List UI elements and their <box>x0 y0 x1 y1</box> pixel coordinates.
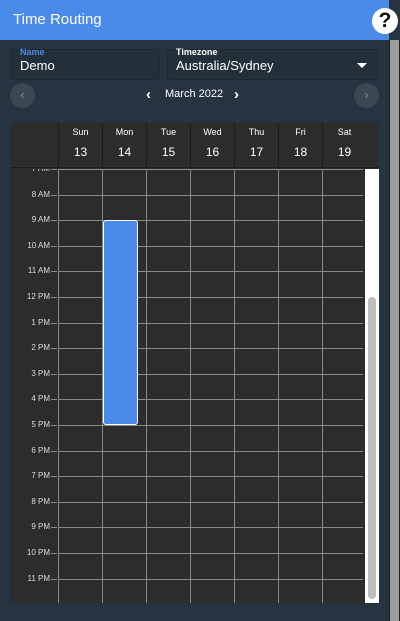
calendar-scrollbar[interactable] <box>365 169 379 603</box>
hour-gridline <box>58 195 363 196</box>
hour-tick <box>51 527 57 528</box>
day-name: Wed <box>203 127 222 137</box>
day-header-tue: Tue 15 <box>146 123 190 168</box>
next-month-chevron-icon[interactable]: › <box>234 86 239 103</box>
day-header-mon: Mon 14 <box>102 123 146 168</box>
hour-tick <box>51 579 57 580</box>
hour-label: 10 PM <box>26 548 50 557</box>
day-gridline <box>278 169 279 603</box>
day-name: Sun <box>72 127 89 137</box>
hour-tick <box>51 374 57 375</box>
previous-month-chevron-icon[interactable]: ‹ <box>146 86 151 103</box>
day-gridline <box>190 169 191 603</box>
name-field[interactable]: Name Demo <box>11 47 160 80</box>
hour-gridline <box>58 527 363 528</box>
day-date: 18 <box>293 145 308 159</box>
hour-tick <box>51 169 57 170</box>
calendar-scrollbar-thumb[interactable] <box>368 297 376 599</box>
name-input[interactable]: Demo <box>20 58 55 73</box>
hour-gridline <box>58 553 363 554</box>
day-name: Mon <box>115 127 134 137</box>
name-label: Name <box>20 47 45 57</box>
day-header-fri: Fri 18 <box>278 123 322 168</box>
hour-gridline <box>58 451 363 452</box>
day-date: 16 <box>205 145 220 159</box>
hour-label: 12 PM <box>26 292 50 301</box>
hour-tick <box>51 297 57 298</box>
chevron-right-icon[interactable]: › <box>364 87 368 102</box>
time-block[interactable] <box>103 220 138 425</box>
day-date: 14 <box>117 145 132 159</box>
day-date: 17 <box>249 145 264 159</box>
page-scrollbar-thumb[interactable] <box>390 40 399 621</box>
day-gridline <box>322 169 323 603</box>
hour-gridline <box>58 476 363 477</box>
hour-gridline <box>58 579 363 580</box>
day-date: 15 <box>161 145 176 159</box>
hour-tick <box>51 451 57 452</box>
day-name: Sat <box>337 127 352 137</box>
timezone-select[interactable]: Timezone Australia/Sydney <box>167 47 378 80</box>
hour-label: 8 AM <box>31 190 50 199</box>
hour-gridline <box>58 425 363 426</box>
hour-tick <box>51 220 57 221</box>
month-label: March 2022 <box>165 88 224 100</box>
hour-label: 9 PM <box>31 522 50 531</box>
day-gridline <box>146 169 147 603</box>
hour-label: 8 PM <box>31 497 50 506</box>
hour-label: 11 PM <box>27 574 50 583</box>
help-icon[interactable]: ? <box>372 8 398 34</box>
page-scrollbar[interactable] <box>389 40 400 621</box>
hour-tick <box>51 348 57 349</box>
day-header-wed: Wed 16 <box>190 123 234 168</box>
day-date: 19 <box>337 145 352 159</box>
hour-gridline <box>58 502 363 503</box>
day-name: Fri <box>295 127 306 137</box>
previous-week-button[interactable]: ‹ <box>10 83 35 108</box>
day-header-sun: Sun 13 <box>58 123 102 168</box>
day-header-thu: Thu 17 <box>234 123 278 168</box>
hour-label: 6 PM <box>31 446 50 455</box>
hour-label: 2 PM <box>31 343 50 352</box>
hour-tick <box>51 195 57 196</box>
timezone-value[interactable]: Australia/Sydney <box>176 58 274 73</box>
hour-tick <box>51 323 57 324</box>
hour-tick <box>51 476 57 477</box>
day-date: 13 <box>73 145 88 159</box>
day-name: Thu <box>248 127 265 137</box>
day-header-row: Sun 13 Mon 14 Tue 15 Wed 16 Thu 17 Fri 18 Sat 19 <box>11 123 379 168</box>
title-bar: Time Routing <box>0 0 389 40</box>
hour-label: 9 AM <box>31 215 50 224</box>
hour-tick <box>51 502 57 503</box>
hour-tick <box>51 553 57 554</box>
week-calendar: Sun 13 Mon 14 Tue 15 Wed 16 Thu 17 Fri 18 Sat 19 7 AM… <box>11 123 379 603</box>
hour-label: 11 AM <box>27 266 50 275</box>
day-gridline <box>234 169 235 603</box>
dropdown-arrow-icon[interactable] <box>357 63 367 68</box>
hour-label: 10 AM <box>27 241 50 250</box>
hour-tick <box>51 399 57 400</box>
hour-tick <box>51 246 57 247</box>
next-week-button[interactable]: › <box>354 83 379 108</box>
hour-label: 7 PM <box>31 471 50 480</box>
hour-tick <box>51 271 57 272</box>
day-name: Tue <box>160 127 177 137</box>
day-header-sat: Sat 19 <box>322 123 366 168</box>
hour-tick <box>51 425 57 426</box>
hour-label: 5 PM <box>31 420 50 429</box>
hour-label: 7 AM <box>11 169 50 173</box>
hour-label: 4 PM <box>31 394 50 403</box>
hour-label: 3 PM <box>31 369 50 378</box>
chevron-left-icon[interactable]: ‹ <box>20 87 24 102</box>
hour-gridline <box>58 169 363 170</box>
day-gridline <box>58 169 59 603</box>
window-title: Time Routing <box>13 11 102 28</box>
hour-label: 1 PM <box>31 318 50 327</box>
time-grid[interactable]: 7 AM 8 AM 9 AM 10 AM 11 AM 12 PM 1 PM 2 PM 3 PM 4… <box>11 169 367 603</box>
timezone-label: Timezone <box>176 47 218 57</box>
